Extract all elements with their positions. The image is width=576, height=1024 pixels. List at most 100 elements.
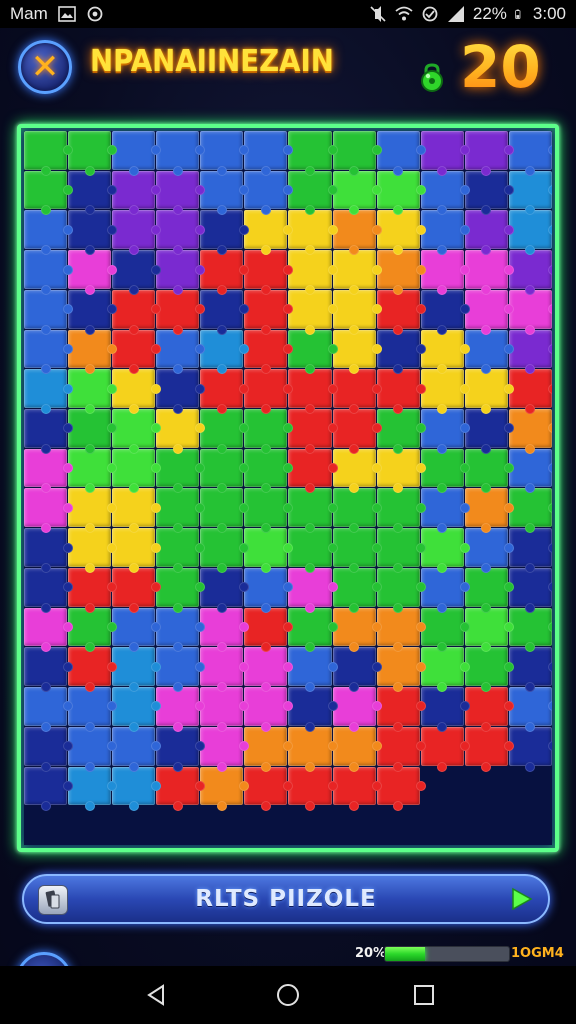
puzzle-piece[interactable]	[464, 369, 514, 414]
puzzle-piece[interactable]	[68, 528, 118, 573]
puzzle-piece[interactable]	[112, 369, 162, 414]
puzzle-piece[interactable]	[332, 766, 382, 811]
puzzle-piece[interactable]	[288, 170, 338, 216]
puzzle-piece[interactable]	[156, 647, 206, 692]
puzzle-piece[interactable]	[156, 567, 206, 613]
puzzle-piece[interactable]	[420, 289, 470, 335]
puzzle-piece[interactable]	[332, 806, 382, 845]
puzzle-piece[interactable]	[200, 687, 250, 732]
puzzle-piece[interactable]	[288, 448, 338, 494]
puzzle-piece[interactable]	[112, 329, 162, 375]
puzzle-piece[interactable]	[24, 567, 74, 613]
puzzle-piece[interactable]	[68, 448, 118, 494]
puzzle-piece[interactable]	[200, 647, 250, 692]
puzzle-piece[interactable]	[288, 567, 338, 613]
puzzle-piece[interactable]	[244, 170, 294, 216]
puzzle-piece[interactable]	[24, 448, 74, 494]
puzzle-piece[interactable]	[200, 806, 250, 845]
puzzle-piece[interactable]	[24, 766, 74, 811]
puzzle-piece[interactable]	[508, 567, 552, 613]
puzzle-piece[interactable]	[200, 210, 250, 255]
puzzle-piece[interactable]	[200, 726, 250, 772]
puzzle-piece[interactable]	[244, 488, 294, 533]
puzzle-piece[interactable]	[200, 289, 250, 335]
puzzle-piece[interactable]	[244, 806, 294, 845]
puzzle-piece[interactable]	[200, 369, 250, 414]
puzzle-piece[interactable]	[68, 726, 118, 772]
puzzle-piece[interactable]	[464, 289, 514, 335]
puzzle-piece[interactable]	[508, 409, 552, 454]
puzzle-piece[interactable]	[156, 607, 206, 653]
puzzle-piece[interactable]	[24, 607, 74, 653]
puzzle-piece[interactable]	[376, 528, 426, 573]
puzzle-piece[interactable]	[112, 170, 162, 216]
puzzle-piece[interactable]	[288, 131, 338, 176]
puzzle-piece[interactable]	[464, 488, 514, 533]
puzzle-piece[interactable]	[508, 766, 552, 811]
puzzle-piece[interactable]	[332, 647, 382, 692]
puzzle-piece[interactable]	[24, 806, 74, 845]
puzzle-piece[interactable]	[288, 726, 338, 772]
puzzle-piece[interactable]	[464, 567, 514, 613]
puzzle-piece[interactable]	[376, 210, 426, 255]
puzzle-piece[interactable]	[420, 607, 470, 653]
puzzle-piece[interactable]	[288, 409, 338, 454]
puzzle-piece[interactable]	[508, 448, 552, 494]
puzzle-piece[interactable]	[24, 409, 74, 454]
puzzle-piece[interactable]	[420, 567, 470, 613]
puzzle-piece[interactable]	[244, 289, 294, 335]
puzzle-piece[interactable]	[68, 806, 118, 845]
puzzle-piece[interactable]	[24, 726, 74, 772]
puzzle-piece[interactable]	[508, 607, 552, 653]
play-button[interactable]	[508, 886, 534, 912]
puzzle-piece[interactable]	[508, 726, 552, 772]
puzzle-piece[interactable]	[332, 210, 382, 255]
puzzle-piece[interactable]	[376, 726, 426, 772]
puzzle-piece[interactable]	[288, 687, 338, 732]
puzzle-piece[interactable]	[244, 528, 294, 573]
puzzle-piece[interactable]	[508, 647, 552, 692]
puzzle-piece[interactable]	[464, 448, 514, 494]
puzzle-piece[interactable]	[464, 409, 514, 454]
puzzle-piece[interactable]	[68, 766, 118, 811]
puzzle-piece[interactable]	[112, 131, 162, 176]
puzzle-piece[interactable]	[420, 170, 470, 216]
puzzle-piece[interactable]	[112, 567, 162, 613]
puzzle-piece[interactable]	[156, 448, 206, 494]
puzzle-piece[interactable]	[332, 131, 382, 176]
puzzle-piece[interactable]	[288, 647, 338, 692]
puzzle-piece[interactable]	[464, 647, 514, 692]
puzzle-piece[interactable]	[464, 250, 514, 295]
puzzle-piece[interactable]	[112, 687, 162, 732]
puzzle-piece[interactable]	[288, 528, 338, 573]
puzzle-piece[interactable]	[420, 131, 470, 176]
puzzle-piece[interactable]	[464, 607, 514, 653]
puzzle-piece[interactable]	[24, 687, 74, 732]
puzzle-piece[interactable]	[200, 488, 250, 533]
puzzle-piece[interactable]	[332, 528, 382, 573]
puzzle-piece[interactable]	[200, 409, 250, 454]
puzzle-piece[interactable]	[68, 170, 118, 216]
puzzle-piece[interactable]	[288, 369, 338, 414]
puzzle-piece[interactable]	[200, 329, 250, 375]
puzzle-piece[interactable]	[68, 647, 118, 692]
puzzle-piece[interactable]	[464, 726, 514, 772]
puzzle-piece[interactable]	[112, 647, 162, 692]
puzzle-piece[interactable]	[420, 726, 470, 772]
puzzle-piece[interactable]	[24, 289, 74, 335]
puzzle-piece[interactable]	[24, 647, 74, 692]
puzzle-piece[interactable]	[420, 806, 470, 845]
puzzle-piece[interactable]	[24, 131, 74, 176]
puzzle-piece[interactable]	[420, 488, 470, 533]
puzzle-piece[interactable]	[420, 766, 470, 811]
puzzle-piece[interactable]	[156, 369, 206, 414]
puzzle-piece[interactable]	[332, 369, 382, 414]
puzzle-piece[interactable]	[68, 687, 118, 732]
puzzle-piece[interactable]	[244, 607, 294, 653]
puzzle-piece[interactable]	[24, 210, 74, 255]
puzzle-piece[interactable]	[244, 766, 294, 811]
puzzle-piece[interactable]	[112, 806, 162, 845]
puzzle-piece[interactable]	[420, 528, 470, 573]
puzzle-piece[interactable]	[508, 329, 552, 375]
puzzle-piece[interactable]	[68, 488, 118, 533]
